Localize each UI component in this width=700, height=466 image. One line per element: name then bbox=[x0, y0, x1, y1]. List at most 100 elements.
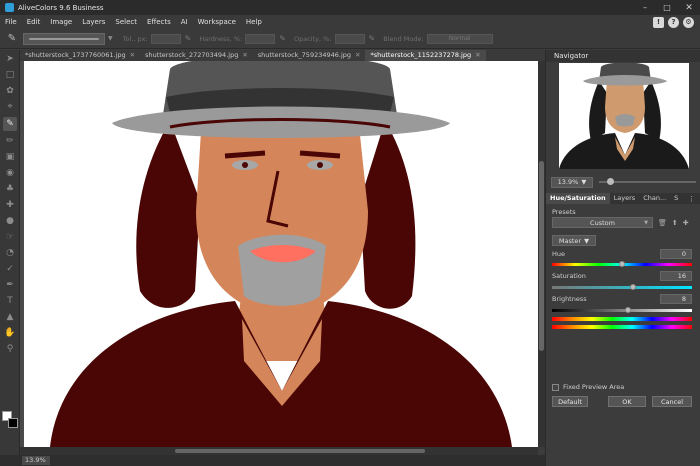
menu-select[interactable]: Select bbox=[110, 15, 142, 29]
text-tool-icon[interactable]: T bbox=[3, 294, 17, 308]
menu-help[interactable]: Help bbox=[241, 15, 267, 29]
input-color-spectrum bbox=[552, 317, 692, 321]
hue-input[interactable]: 0 bbox=[660, 249, 692, 259]
panel-menu-icon[interactable]: ⋮ bbox=[688, 195, 700, 203]
slider-knob[interactable] bbox=[607, 178, 614, 185]
document-tab[interactable]: shutterstock_759234946.jpg ✕ bbox=[253, 50, 366, 61]
dodge-tool-icon[interactable]: ◔ bbox=[3, 246, 17, 260]
fill-tool-icon[interactable]: ◉ bbox=[3, 166, 17, 180]
blend-mode-select[interactable]: Normal bbox=[426, 33, 493, 44]
tolerance-input[interactable] bbox=[150, 33, 181, 44]
brightness-slider-knob[interactable] bbox=[624, 307, 631, 313]
move-tool-icon[interactable]: ➤ bbox=[3, 52, 17, 66]
background-color-swatch[interactable] bbox=[8, 418, 18, 428]
brush-icon[interactable]: ✎ bbox=[5, 32, 19, 46]
save-preset-icon[interactable]: ⬆ bbox=[672, 219, 678, 227]
presets-select[interactable]: Custom ▼ bbox=[552, 217, 653, 228]
saturation-slider[interactable] bbox=[552, 286, 692, 289]
zoom-level-field[interactable]: 13.9% bbox=[22, 456, 50, 465]
minimize-button[interactable]: – bbox=[634, 0, 656, 15]
navigator-zoom-slider[interactable] bbox=[599, 178, 696, 185]
ok-button[interactable]: OK bbox=[608, 396, 646, 407]
hand-tool-icon[interactable]: ✋ bbox=[3, 326, 17, 340]
eyedropper-tool-icon[interactable]: ✓ bbox=[3, 262, 17, 276]
menu-effects[interactable]: Effects bbox=[142, 15, 176, 29]
document-tab-label: *shutterstock_1152237278.jpg bbox=[370, 51, 472, 59]
add-preset-icon[interactable]: ✚ bbox=[683, 219, 689, 227]
default-button[interactable]: Default bbox=[552, 396, 588, 407]
tab-hue-saturation[interactable]: Hue/Saturation bbox=[546, 193, 610, 204]
zoom-tool-icon[interactable]: ⚲ bbox=[3, 342, 17, 356]
clone-tool-icon[interactable]: ♣ bbox=[3, 182, 17, 196]
pen-tool-icon[interactable]: ✒ bbox=[3, 278, 17, 292]
eraser-tool-icon[interactable]: ▣ bbox=[3, 150, 17, 164]
tab-layers[interactable]: Layers bbox=[610, 193, 640, 204]
document-tab[interactable]: shutterstock_272703494.jpg ✕ bbox=[140, 50, 253, 61]
menu-file[interactable]: File bbox=[0, 15, 22, 29]
document-tab[interactable]: *shutterstock_1737760061.jpg ✕ bbox=[20, 50, 140, 61]
channel-select[interactable]: Master ▼ bbox=[552, 235, 596, 246]
healing-tool-icon[interactable]: ✚ bbox=[3, 198, 17, 212]
help-icon[interactable]: ? bbox=[668, 16, 679, 28]
lasso-tool-icon[interactable]: ✿ bbox=[3, 84, 17, 98]
maximize-button[interactable]: □ bbox=[656, 0, 678, 15]
pen-pressure-icon[interactable]: ✎ bbox=[369, 34, 376, 43]
smudge-tool-icon[interactable]: ☞ bbox=[3, 230, 17, 244]
document-tab-label: *shutterstock_1737760061.jpg bbox=[25, 51, 126, 59]
marquee-tool-icon[interactable]: □ bbox=[3, 68, 17, 82]
close-icon[interactable]: ✕ bbox=[475, 50, 480, 61]
presets-label: Presets bbox=[552, 208, 576, 216]
horizontal-scrollbar[interactable] bbox=[20, 447, 538, 455]
saturation-input[interactable]: 16 bbox=[660, 271, 692, 281]
delete-preset-icon[interactable]: 🗑 bbox=[658, 219, 667, 227]
vertical-scrollbar[interactable] bbox=[538, 61, 545, 447]
chevron-down-icon: ▼ bbox=[584, 236, 590, 245]
opacity-input[interactable] bbox=[334, 33, 365, 44]
pencil-tool-icon[interactable]: ✏ bbox=[3, 134, 17, 148]
tab-channels[interactable]: Chan... bbox=[639, 193, 670, 204]
vertical-scrollbar-thumb[interactable] bbox=[539, 161, 544, 351]
gear-icon[interactable]: ⚙ bbox=[683, 16, 694, 28]
crop-tool-icon[interactable]: ⌖ bbox=[3, 100, 17, 114]
saturation-slider-knob[interactable] bbox=[630, 284, 637, 290]
shape-tool-icon[interactable]: ▲ bbox=[3, 310, 17, 324]
document-tab-active[interactable]: *shutterstock_1152237278.jpg ✕ bbox=[365, 50, 486, 61]
navigator-thumbnail-image bbox=[559, 63, 689, 169]
document-tab-label: shutterstock_759234946.jpg bbox=[257, 51, 352, 59]
window-title: AliveColors 9.6 Business bbox=[18, 3, 104, 12]
blur-tool-icon[interactable]: ● bbox=[3, 214, 17, 228]
portrait-image bbox=[24, 61, 538, 447]
navigator-zoom-select[interactable]: 13.9% ▼ bbox=[551, 176, 593, 188]
fixed-preview-checkbox[interactable] bbox=[552, 383, 559, 391]
notifications-icon[interactable]: ! bbox=[653, 16, 664, 28]
fixed-preview-area-row[interactable]: Fixed Preview Area bbox=[552, 383, 624, 391]
menu-edit[interactable]: Edit bbox=[22, 15, 46, 29]
cancel-button[interactable]: Cancel bbox=[652, 396, 692, 407]
menu-image[interactable]: Image bbox=[45, 15, 77, 29]
hardness-input[interactable] bbox=[245, 33, 276, 44]
menu-workspace[interactable]: Workspace bbox=[193, 15, 241, 29]
menu-ai[interactable]: AI bbox=[176, 15, 193, 29]
status-bar: 13.9% bbox=[0, 455, 545, 466]
close-icon[interactable]: ✕ bbox=[242, 50, 247, 61]
close-icon[interactable]: ✕ bbox=[355, 50, 360, 61]
navigator-preview[interactable] bbox=[559, 63, 689, 169]
navigator-zoom-value: 13.9% bbox=[557, 178, 579, 186]
brightness-label: Brightness bbox=[552, 295, 587, 303]
brightness-input[interactable]: 8 bbox=[660, 294, 692, 304]
chevron-down-icon: ▼ bbox=[644, 219, 648, 226]
brush-preset-picker[interactable] bbox=[23, 32, 105, 45]
menu-bar: File Edit Image Layers Select Effects AI… bbox=[0, 15, 700, 29]
menu-layers[interactable]: Layers bbox=[77, 15, 110, 29]
image-canvas[interactable] bbox=[20, 61, 538, 447]
pen-pressure-icon[interactable]: ✎ bbox=[279, 34, 286, 43]
brush-tool-icon[interactable]: ✎ bbox=[3, 117, 17, 131]
brightness-slider[interactable] bbox=[552, 309, 692, 312]
horizontal-scrollbar-thumb[interactable] bbox=[175, 449, 425, 453]
pen-pressure-icon[interactable]: ✎ bbox=[185, 34, 192, 43]
chevron-down-icon[interactable]: ▼ bbox=[108, 35, 113, 42]
close-icon[interactable]: ✕ bbox=[130, 50, 135, 61]
close-button[interactable]: ✕ bbox=[678, 0, 700, 15]
hue-slider-knob[interactable] bbox=[619, 261, 625, 267]
tab-more[interactable]: S bbox=[670, 193, 682, 204]
